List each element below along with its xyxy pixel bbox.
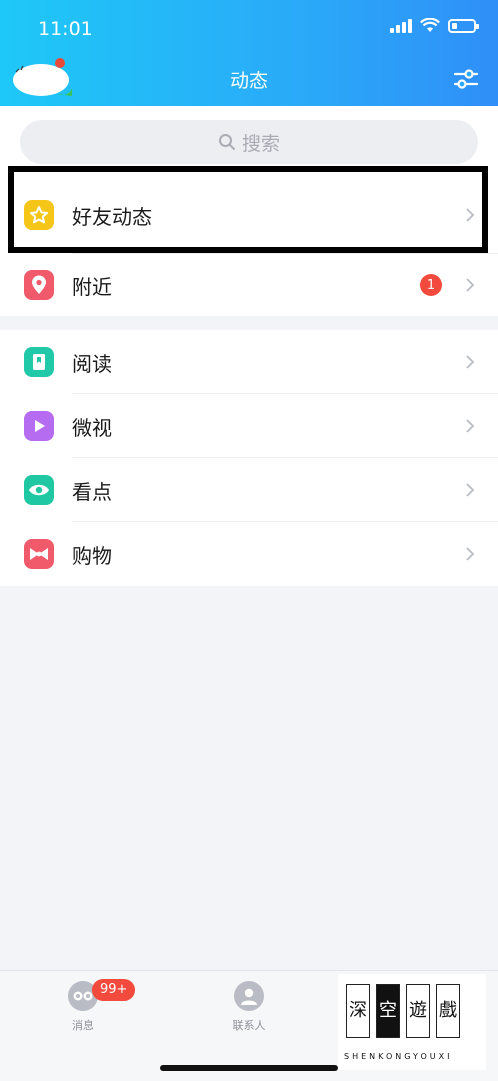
eye-icon [24,475,54,505]
menu-item-label: 附近 [72,274,112,299]
menu-group-1: 好友动态 附近 1 [0,176,498,316]
cellular-signal-icon [390,18,412,33]
book-icon [24,347,54,377]
menu-item-label: 阅读 [72,351,112,376]
menu-item-weishi[interactable]: 微视 [0,394,498,458]
feed-menu: 搜索 好友动态 附近 1 阅读 微视 看点 购物 [0,106,498,586]
menu-item-label: 购物 [72,543,112,568]
watermark-subtitle: SHENKONGYOUXI [344,1052,453,1061]
status-time: 11:01 [38,18,93,40]
notification-badge: 1 [420,274,442,296]
status-icons [390,18,479,33]
wifi-icon [420,18,440,32]
play-icon [24,411,54,441]
watermark-logo: 深 空 遊 戲 SHENKONGYOUXI [338,974,486,1070]
chevron-right-icon [466,547,475,561]
menu-group-2: 阅读 微视 看点 购物 [0,330,498,586]
tab-label: 联系人 [232,1019,266,1032]
menu-item-reading[interactable]: 阅读 [0,330,498,394]
section-gap [0,316,498,330]
app-header: 11:01 动态 [0,0,498,106]
watermark-char: 戲 [436,984,460,1038]
watermark-char: 深 [346,984,370,1038]
search-icon [218,134,235,150]
chevron-right-icon [466,355,475,369]
search-input[interactable]: 搜索 [20,120,478,164]
bow-icon [24,539,54,569]
watermark-char: 遊 [406,984,430,1038]
chevron-right-icon [466,419,475,433]
menu-item-label: 看点 [72,479,112,504]
chevron-right-icon [466,208,475,222]
chevron-right-icon [466,483,475,497]
watermark-chars: 深 空 遊 戲 [346,984,460,1038]
menu-item-shopping[interactable]: 购物 [0,522,498,586]
home-indicator[interactable] [160,1065,338,1071]
location-pin-icon [24,270,54,300]
menu-item-label: 微视 [72,415,112,440]
tab-label: 消息 [72,1019,94,1032]
menu-item-kandian[interactable]: 看点 [0,458,498,522]
tab-contacts[interactable]: 联系人 [199,981,299,1033]
menu-item-label: 好友动态 [72,204,152,229]
star-icon [24,200,54,230]
search-placeholder: 搜索 [241,132,280,155]
menu-item-nearby[interactable]: 附近 1 [0,254,498,316]
chevron-right-icon [466,278,475,292]
battery-icon [448,18,479,33]
filter-sliders-icon[interactable] [452,66,480,92]
unread-badge: 99+ [92,979,136,1001]
page-title: 动态 [229,70,268,92]
search-container: 搜索 [0,106,498,176]
menu-item-friend-feed[interactable]: 好友动态 [0,176,498,254]
contact-person-icon [234,981,264,1011]
watermark-char: 空 [376,984,400,1038]
